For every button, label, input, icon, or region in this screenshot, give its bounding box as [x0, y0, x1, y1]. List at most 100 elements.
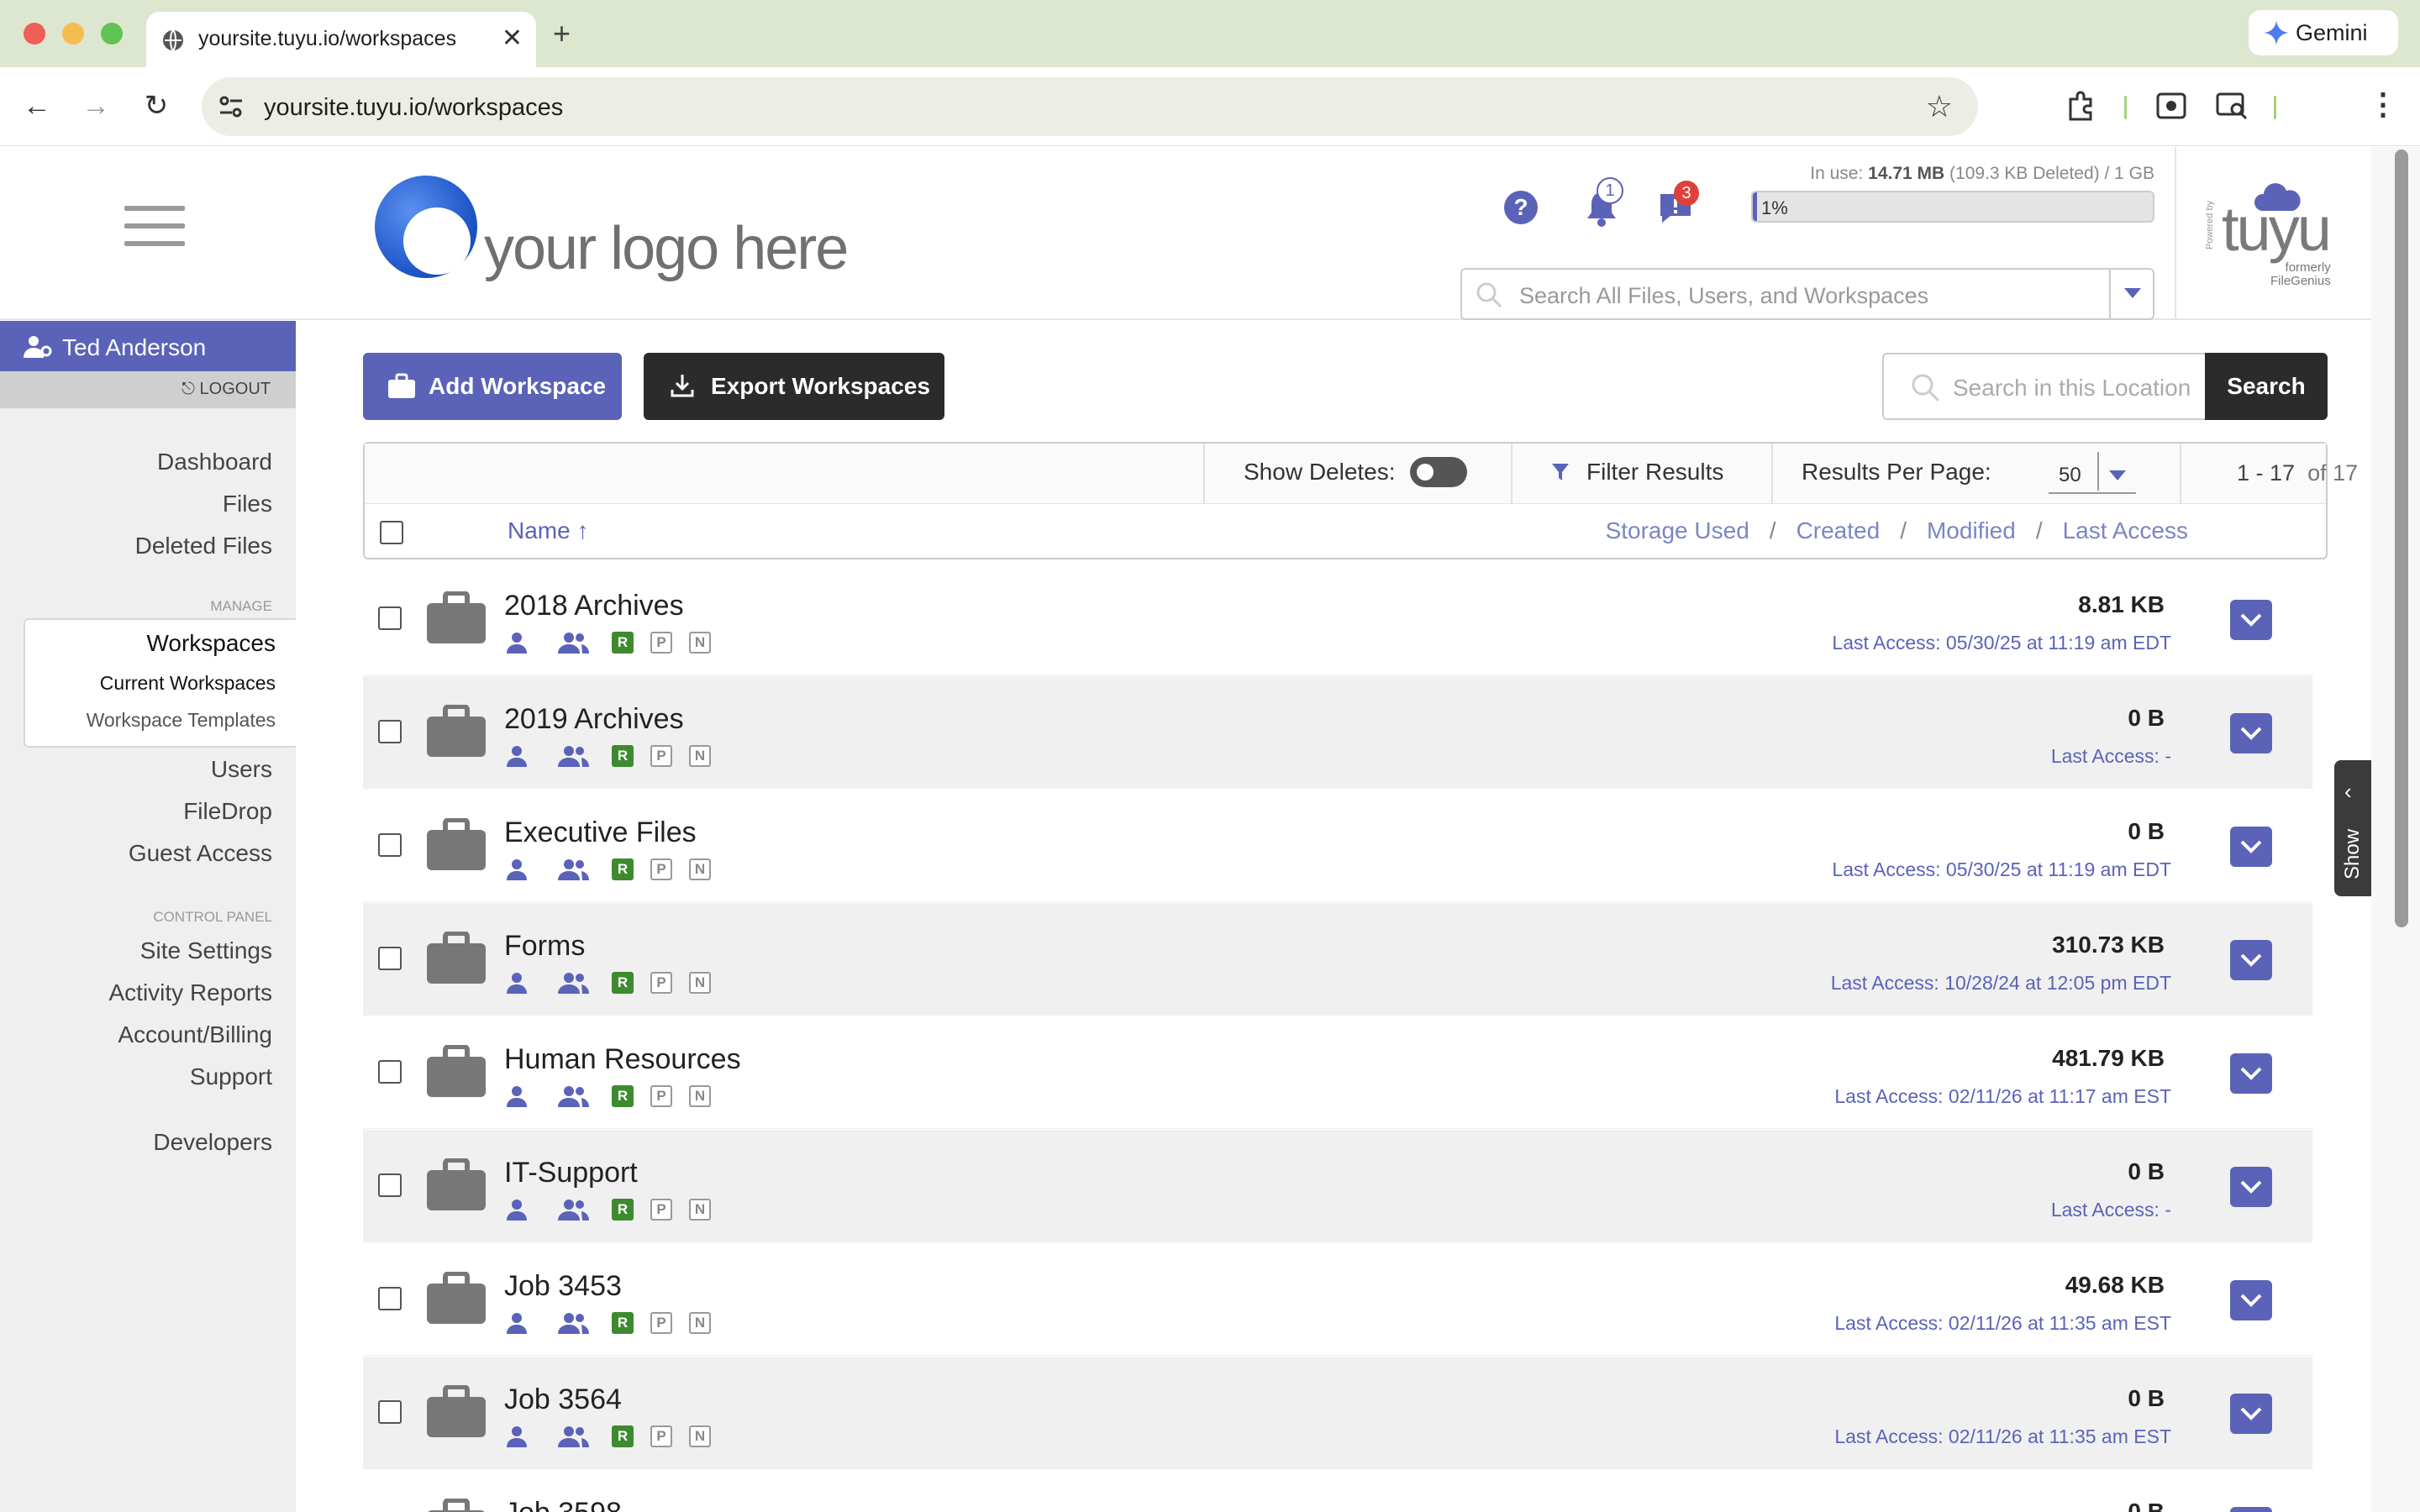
- members-users-icon[interactable]: [556, 1085, 590, 1107]
- address-bar[interactable]: yoursite.tuyu.io/workspaces ☆: [202, 77, 1978, 136]
- row-actions-dropdown[interactable]: [2230, 1167, 2272, 1207]
- sort-by-name[interactable]: Name ↑: [508, 517, 588, 544]
- gemini-button[interactable]: Gemini: [2249, 10, 2398, 55]
- sidebar-item-support[interactable]: Support: [190, 1063, 272, 1090]
- export-workspaces-button[interactable]: Export Workspaces: [644, 353, 944, 420]
- maximize-window-button[interactable]: [101, 23, 123, 45]
- row-actions-dropdown[interactable]: [2230, 827, 2272, 867]
- sidebar-item-site-settings[interactable]: Site Settings: [140, 937, 272, 964]
- row-actions-dropdown[interactable]: [2230, 940, 2272, 980]
- search-button[interactable]: Search: [2205, 353, 2328, 420]
- row-actions-dropdown[interactable]: [2230, 1280, 2272, 1320]
- workspace-name[interactable]: Human Resources: [504, 1043, 741, 1076]
- row-actions-dropdown[interactable]: [2230, 1507, 2272, 1512]
- owner-user-icon[interactable]: [506, 745, 528, 767]
- members-users-icon[interactable]: [556, 1425, 590, 1447]
- owner-user-icon[interactable]: [506, 632, 528, 654]
- show-side-panel-button[interactable]: ‹ Show: [2334, 760, 2373, 896]
- forward-icon[interactable]: →: [77, 87, 114, 124]
- hamburger-menu-icon[interactable]: [124, 206, 185, 246]
- search-scope-dropdown[interactable]: [2109, 270, 2153, 318]
- row-actions-dropdown[interactable]: [2230, 713, 2272, 753]
- table-row[interactable]: IT-Support R P N 0 B Last Access: -: [363, 1130, 2312, 1242]
- workspace-name[interactable]: Job 3453: [504, 1270, 622, 1303]
- help-icon[interactable]: ?: [1504, 191, 1538, 224]
- row-actions-dropdown[interactable]: [2230, 600, 2272, 640]
- table-row[interactable]: Job 3564 R P N 0 B Last Access: 02/11/26 at 1…: [363, 1357, 2312, 1469]
- table-row[interactable]: Forms R P N 310.73 KB Last Access: 10/28/24 a…: [363, 903, 2312, 1016]
- filter-results-button[interactable]: Filter Results: [1586, 459, 1723, 486]
- sidebar-item-deleted-files[interactable]: Deleted Files: [135, 533, 272, 559]
- global-search-input[interactable]: Search All Files, Users, and Workspaces: [1460, 268, 2154, 320]
- sort-by-last-access[interactable]: Last Access: [2063, 517, 2188, 543]
- site-settings-icon[interactable]: [218, 96, 244, 118]
- sidebar-item-developers[interactable]: Developers: [153, 1129, 272, 1156]
- row-checkbox[interactable]: [378, 1060, 402, 1084]
- row-checkbox[interactable]: [378, 833, 402, 857]
- add-workspace-button[interactable]: Add Workspace: [363, 353, 622, 420]
- workspace-name[interactable]: Forms: [504, 930, 585, 963]
- table-row[interactable]: 2018 Archives R P N 8.81 KB Last Access: 05/3…: [363, 563, 2312, 675]
- browser-menu-icon[interactable]: ⋮: [2368, 84, 2398, 124]
- members-users-icon[interactable]: [556, 858, 590, 880]
- close-tab-icon[interactable]: ✕: [502, 24, 523, 54]
- select-all-checkbox[interactable]: [380, 521, 403, 544]
- sidebar-item-account-billing[interactable]: Account/Billing: [118, 1021, 272, 1048]
- members-users-icon[interactable]: [556, 632, 590, 654]
- members-users-icon[interactable]: [556, 1312, 590, 1334]
- row-checkbox[interactable]: [378, 606, 402, 630]
- owner-user-icon[interactable]: [506, 1085, 528, 1107]
- owner-user-icon[interactable]: [506, 858, 528, 880]
- sidebar-item-users[interactable]: Users: [211, 756, 272, 783]
- location-search-input[interactable]: Search in this Location: [1882, 353, 2207, 420]
- table-row[interactable]: Job 3453 R P N 49.68 KB Last Access: 02/11/26…: [363, 1243, 2312, 1356]
- workspace-name[interactable]: 2019 Archives: [504, 703, 684, 736]
- table-row[interactable]: Executive Files R P N 0 B Last Access: 05/30/…: [363, 790, 2312, 902]
- table-row[interactable]: Human Resources R P N 481.79 KB Last Access: …: [363, 1016, 2312, 1129]
- user-profile-bar[interactable]: Ted Anderson: [0, 321, 296, 371]
- back-icon[interactable]: ←: [18, 87, 55, 124]
- sort-by-created[interactable]: Created: [1797, 517, 1881, 543]
- reload-icon[interactable]: ↻: [138, 87, 175, 124]
- members-users-icon[interactable]: [556, 972, 590, 994]
- page-scrollbar-thumb[interactable]: [2395, 150, 2408, 927]
- workspace-name[interactable]: 2018 Archives: [504, 590, 684, 622]
- owner-user-icon[interactable]: [506, 1199, 528, 1221]
- sidebar-item-files[interactable]: Files: [223, 491, 272, 517]
- table-row[interactable]: 2019 Archives R P N 0 B Last Access: -: [363, 676, 2312, 789]
- workspace-name[interactable]: Job 3564: [504, 1383, 622, 1416]
- row-actions-dropdown[interactable]: [2230, 1394, 2272, 1434]
- row-actions-dropdown[interactable]: [2230, 1053, 2272, 1094]
- members-users-icon[interactable]: [556, 745, 590, 767]
- extensions-icon[interactable]: [2064, 89, 2097, 123]
- new-tab-button[interactable]: +: [553, 15, 571, 52]
- sidebar-item-workspace-templates[interactable]: Workspace Templates: [87, 709, 276, 732]
- owner-user-icon[interactable]: [506, 972, 528, 994]
- minimize-window-button[interactable]: [62, 23, 84, 45]
- sort-by-storage[interactable]: Storage Used: [1606, 517, 1749, 543]
- sidebar-item-activity-reports[interactable]: Activity Reports: [109, 979, 273, 1006]
- members-users-icon[interactable]: [556, 1199, 590, 1221]
- row-checkbox[interactable]: [378, 1400, 402, 1424]
- sidebar-item-filedrop[interactable]: FileDrop: [183, 798, 272, 825]
- sidebar-item-current-workspaces[interactable]: Current Workspaces: [100, 672, 276, 695]
- results-per-page-select[interactable]: 50: [2049, 452, 2136, 494]
- sidebar-item-guest-access[interactable]: Guest Access: [129, 840, 272, 867]
- table-row[interactable]: Job 3598RPN0 B: [363, 1470, 2312, 1512]
- tab-search-icon[interactable]: [2215, 89, 2249, 123]
- bookmark-star-icon[interactable]: ☆: [1926, 89, 1953, 124]
- workspace-name[interactable]: IT-Support: [504, 1157, 638, 1189]
- screenshot-lens-icon[interactable]: [2154, 89, 2188, 123]
- owner-user-icon[interactable]: [506, 1312, 528, 1334]
- sidebar-item-workspaces[interactable]: Workspaces: [146, 630, 276, 657]
- row-checkbox[interactable]: [378, 1287, 402, 1310]
- browser-tab[interactable]: yoursite.tuyu.io/workspaces ✕: [146, 12, 536, 67]
- logout-button[interactable]: ⎋ LOGOUT: [182, 380, 271, 399]
- show-deletes-toggle[interactable]: [1410, 457, 1467, 487]
- sidebar-item-dashboard[interactable]: Dashboard: [157, 449, 272, 475]
- workspace-name[interactable]: Job 3598: [504, 1497, 622, 1512]
- row-checkbox[interactable]: [378, 1173, 402, 1197]
- close-window-button[interactable]: [24, 23, 45, 45]
- row-checkbox[interactable]: [378, 947, 402, 970]
- row-checkbox[interactable]: [378, 720, 402, 743]
